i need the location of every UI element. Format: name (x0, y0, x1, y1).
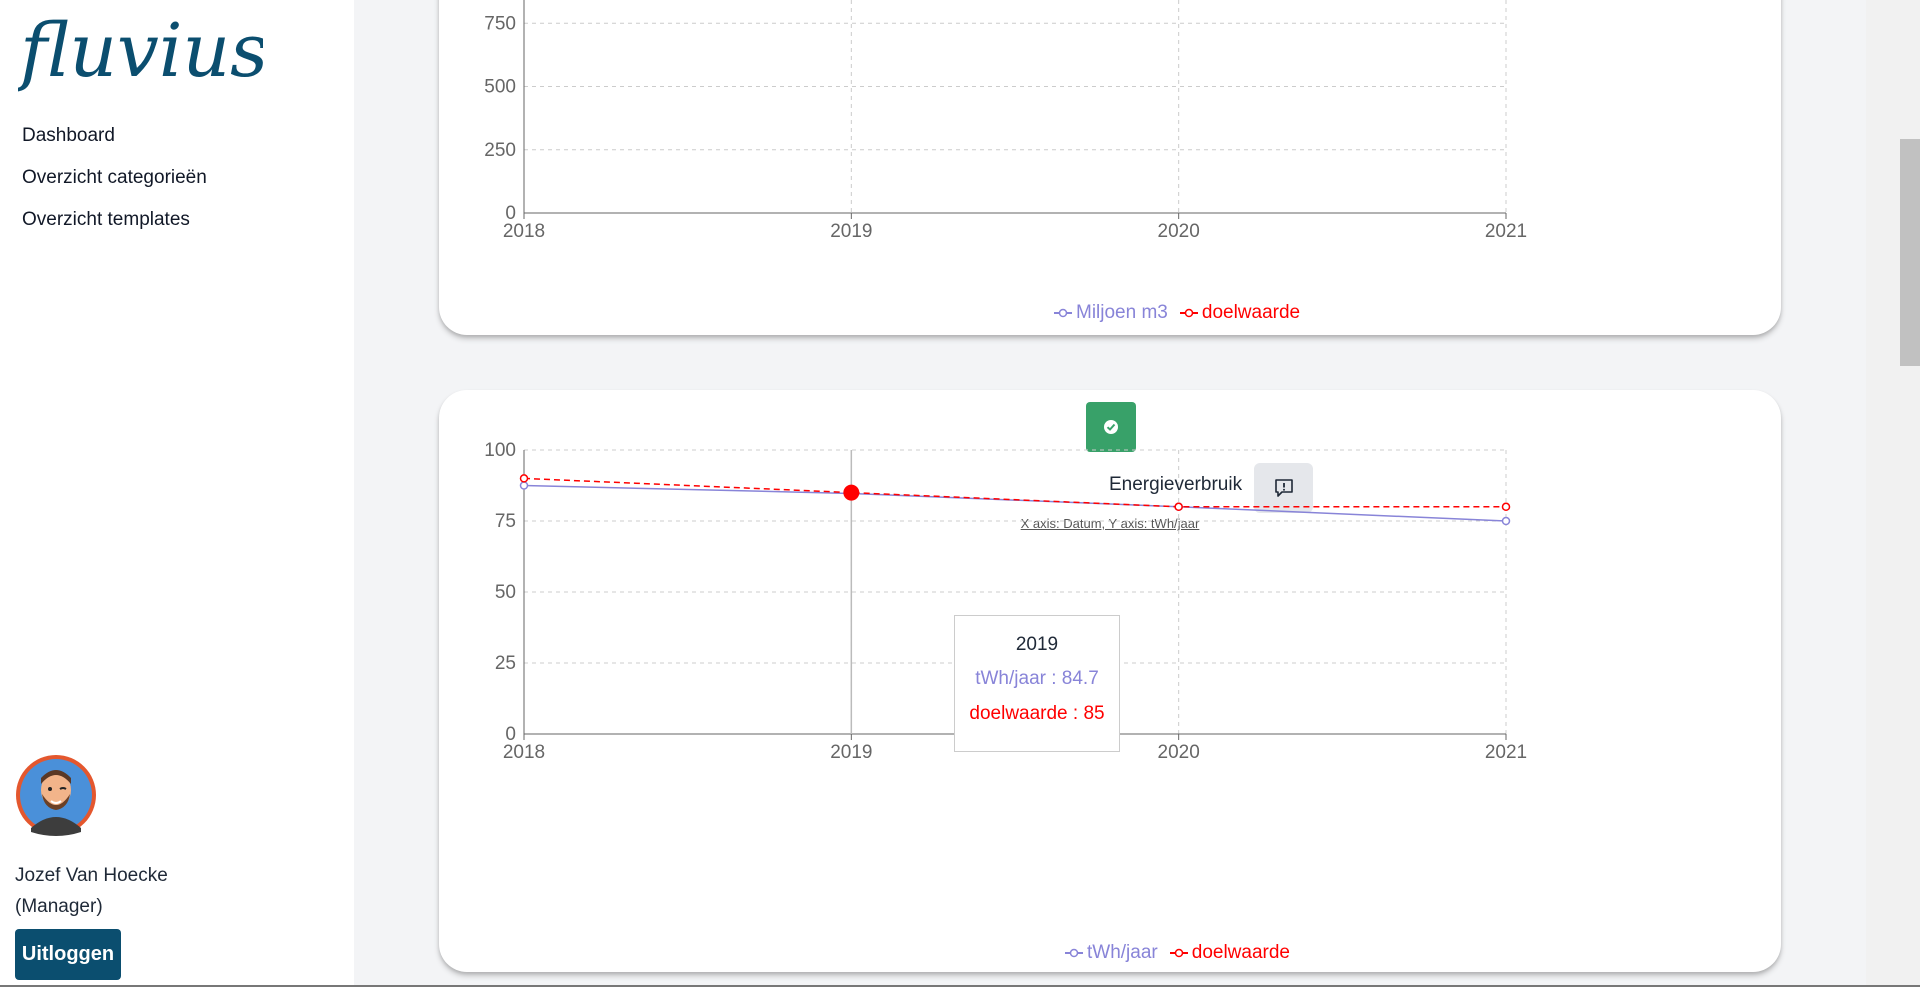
y-tick-label: 750 (484, 13, 516, 34)
legend-item-series[interactable]: Miljoen m3 (1054, 302, 1168, 324)
y-tick-label: 50 (495, 582, 516, 603)
series-line-value (523, 484, 1507, 522)
legend-item-target[interactable]: doelwaarde (1179, 302, 1301, 324)
chart-2-legend: tWh/jaar doelwaarde (1065, 942, 1290, 964)
page-scrollbar[interactable] (1866, 0, 1920, 987)
tooltip-target-value: doelwaarde : 85 (969, 703, 1105, 724)
chart-1: 02505007502018 2019 2020 2021 (484, 0, 1527, 242)
fluvius-logo[interactable]: fluvius. (18, 6, 263, 101)
main-content: 0 250 500 750 2018 2019 2020 2021 Miljoen m3 do… (354, 0, 1866, 987)
logout-button[interactable]: Uitloggen (15, 929, 121, 980)
legend-target-icon (1179, 308, 1198, 318)
chart-tooltip: 2019 tWh/jaar : 84.7 doelwaarde : 85 (954, 615, 1120, 752)
scrollbar-thumb[interactable] (1900, 139, 1920, 366)
user-name: Jozef Van Hoecke (15, 865, 168, 886)
avatar (16, 755, 96, 836)
data-point-value (519, 481, 529, 490)
x-tick-label: 2020 (1158, 742, 1200, 763)
legend-series-label: Miljoen m3 (1076, 302, 1168, 323)
x-tick-label: 2019 (830, 221, 872, 242)
y-tick-label: 100 (484, 440, 516, 461)
legend-item-target[interactable]: doelwaarde (1169, 942, 1290, 964)
logo-text: fluvius. (18, 8, 263, 94)
active-data-point (843, 484, 860, 501)
sidebar: fluvius. Dashboard Overzicht categorieën… (0, 0, 354, 987)
user-info: Jozef Van Hoecke (Manager) (15, 860, 168, 922)
sidebar-nav: Dashboard Overzicht categorieën Overzich… (22, 124, 207, 250)
y-tick-label: 75 (495, 511, 516, 532)
legend-series-icon (1054, 308, 1072, 318)
data-point-target (1174, 502, 1183, 512)
data-point-value (1501, 516, 1511, 526)
legend-target-icon (1169, 948, 1188, 958)
y-tick-label: 250 (484, 140, 516, 161)
x-tick-label: 2018 (503, 742, 545, 763)
x-tick-label: 2021 (1485, 742, 1527, 763)
x-tick-label: 2021 (1485, 221, 1527, 242)
legend-series-label: tWh/jaar (1087, 942, 1158, 963)
legend-target-label: doelwaarde (1201, 302, 1301, 323)
x-tick-label: 2019 (830, 742, 872, 763)
chart-1-legend: Miljoen m3 doelwaarde (1054, 302, 1300, 324)
data-point-target (519, 474, 529, 483)
chart-card-1: 0 250 500 750 2018 2019 2020 2021 Miljoen m3 do… (439, 0, 1781, 335)
y-tick-label: 500 (484, 77, 516, 98)
legend-target-label: doelwaarde (1191, 942, 1290, 963)
user-role: (Manager) (15, 896, 103, 917)
x-tick-label: 2020 (1158, 221, 1200, 242)
legend-series-icon (1065, 948, 1083, 958)
nav-overzicht-categorieen[interactable]: Overzicht categorieën (22, 166, 207, 189)
tooltip-series-value: tWh/jaar : 84.7 (975, 668, 1099, 689)
nav-overzicht-templates[interactable]: Overzicht templates (22, 208, 207, 231)
y-tick-label: 25 (495, 653, 516, 674)
tooltip-year: 2019 (1015, 634, 1059, 655)
legend-item-series[interactable]: tWh/jaar (1065, 942, 1158, 964)
nav-dashboard[interactable]: Dashboard (22, 124, 207, 147)
series-line-target (523, 477, 1506, 508)
data-point-target (1501, 502, 1511, 512)
x-tick-label: 2018 (503, 221, 545, 242)
